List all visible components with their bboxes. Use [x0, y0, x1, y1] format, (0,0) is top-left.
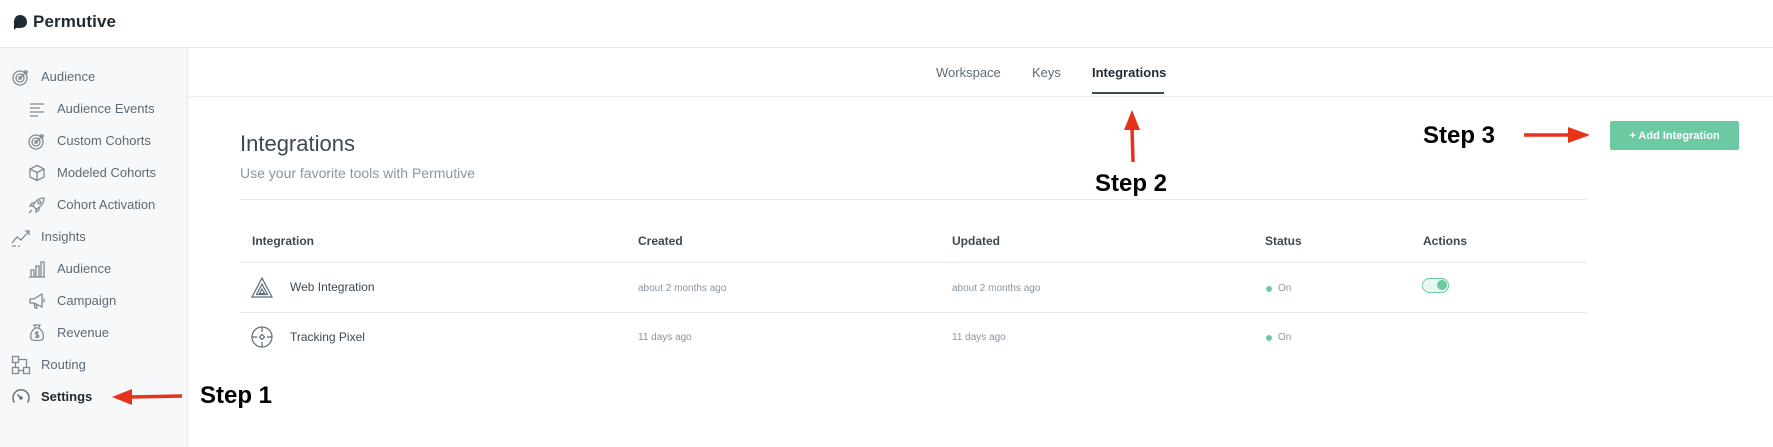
- header-divider: [240, 199, 1587, 200]
- column-header-status[interactable]: Status: [1265, 234, 1302, 248]
- table-divider: [240, 262, 1587, 263]
- tab-keys[interactable]: Keys: [1032, 65, 1061, 80]
- cube-icon: [26, 162, 48, 184]
- column-header-integration[interactable]: Integration: [252, 234, 314, 248]
- status-text: On: [1278, 332, 1292, 343]
- tab-workspace[interactable]: Workspace: [936, 65, 1001, 80]
- sidebar-item-insights-audience[interactable]: Audience: [0, 254, 186, 282]
- toggle-knob: [1437, 280, 1447, 290]
- created-date: 11 days ago: [638, 332, 692, 343]
- integration-name[interactable]: Web Integration: [290, 280, 375, 294]
- sidebar-item-label: Audience Events: [57, 101, 155, 116]
- triangle-icon: [251, 276, 273, 298]
- sidebar-item-cohort-activation[interactable]: Cohort Activation: [0, 190, 186, 218]
- status-text: On: [1278, 283, 1292, 294]
- sidebar-item-custom-cohorts[interactable]: Custom Cohorts: [0, 126, 186, 154]
- sidebar-item-modeled-cohorts[interactable]: Modeled Cohorts: [0, 158, 186, 186]
- status-badge: On: [1266, 332, 1291, 343]
- column-header-actions: Actions: [1423, 234, 1468, 248]
- sidebar-item-audience[interactable]: Audience: [0, 62, 186, 90]
- page-title: Integrations: [240, 131, 355, 156]
- status-badge: On: [1266, 283, 1291, 294]
- settings-tabs: Workspace Keys Integrations: [188, 48, 1773, 97]
- column-header-updated[interactable]: Updated: [952, 234, 1000, 248]
- permutive-logo-icon: [14, 15, 27, 30]
- updated-date: about 2 months ago: [952, 283, 1041, 294]
- routing-icon: [10, 354, 32, 376]
- target-icon: [26, 130, 48, 152]
- sidebar-item-revenue[interactable]: Revenue: [0, 318, 186, 346]
- annotation-step-2: Step 2: [1095, 170, 1168, 197]
- arrow-up-icon: [1124, 110, 1140, 163]
- arrow-left-icon: [112, 389, 183, 405]
- sidebar-item-label: Revenue: [57, 325, 110, 340]
- sidebar-item-label: Audience: [41, 69, 96, 84]
- integration-name[interactable]: Tracking Pixel: [290, 330, 365, 344]
- sidebar-item-label: Campaign: [57, 293, 117, 308]
- sidebar-item-insights[interactable]: Insights: [0, 222, 186, 250]
- status-dot-icon: [1266, 334, 1272, 341]
- page-subtitle: Use your favorite tools with Permutive: [240, 165, 475, 181]
- brand-logo[interactable]: Permutive: [12, 12, 116, 32]
- active-tab-indicator: [1092, 92, 1164, 94]
- annotation-step-3: Step 3: [1423, 122, 1496, 149]
- gauge-icon: [10, 386, 32, 408]
- created-date: about 2 months ago: [638, 283, 727, 294]
- sidebar-item-label: Cohort Activation: [57, 197, 156, 212]
- sidebar-item-audience-events[interactable]: Audience Events: [0, 94, 186, 122]
- add-integration-button[interactable]: + Add Integration: [1610, 121, 1739, 150]
- annotation-step-1: Step 1: [200, 382, 273, 409]
- sidebar-item-label: Audience: [57, 261, 112, 276]
- rocket-icon: [26, 194, 48, 216]
- updated-date: 11 days ago: [952, 332, 1006, 343]
- money-bag-icon: [26, 322, 48, 344]
- table-divider: [240, 312, 1587, 313]
- sidebar-item-label: Insights: [41, 229, 86, 244]
- arrow-right-icon: [1524, 127, 1590, 143]
- lines-icon: [26, 98, 48, 120]
- sidebar-item-campaign[interactable]: Campaign: [0, 286, 186, 314]
- column-header-created[interactable]: Created: [638, 234, 683, 248]
- crosshair-icon: [251, 326, 273, 348]
- status-dot-icon: [1266, 285, 1272, 292]
- sidebar-item-routing[interactable]: Routing: [0, 350, 186, 378]
- top-bar: Permutive: [0, 0, 1773, 48]
- sidebar-item-label: Custom Cohorts: [57, 133, 151, 148]
- tab-integrations[interactable]: Integrations: [1092, 65, 1166, 80]
- bar-chart-icon: [26, 258, 48, 280]
- integration-toggle[interactable]: [1422, 278, 1449, 293]
- sidebar-item-label: Routing: [41, 357, 86, 372]
- brand-name: Permutive: [33, 12, 117, 31]
- megaphone-icon: [26, 290, 48, 312]
- sidebar-item-label: Settings: [41, 389, 93, 404]
- target-icon: [10, 66, 32, 88]
- sidebar-item-label: Modeled Cohorts: [57, 165, 156, 180]
- trend-icon: [10, 226, 32, 248]
